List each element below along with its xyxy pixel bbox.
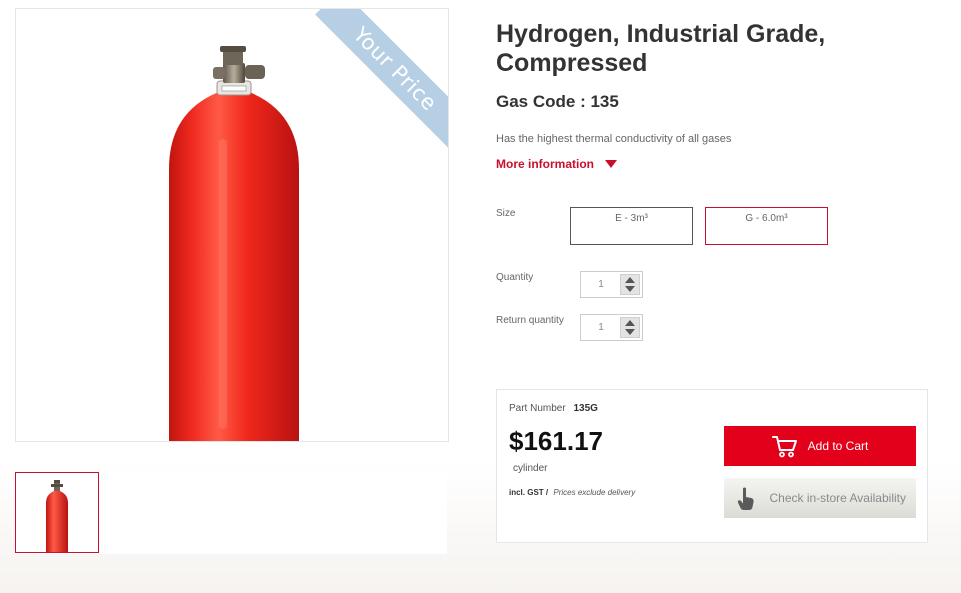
increment-arrow-icon[interactable] — [625, 320, 635, 326]
quantity-label: Quantity — [496, 272, 534, 283]
size-option-e[interactable]: E - 3m³ — [570, 207, 693, 245]
pointing-hand-icon — [737, 487, 754, 510]
gst-separator: / — [545, 488, 549, 497]
product-description: Has the highest thermal conductivity of … — [496, 133, 732, 145]
quantity-stepper — [580, 271, 643, 298]
price: $161.17 — [509, 426, 603, 456]
product-page: Your Price Hydrogen, Industrial Grade, C… — [0, 0, 961, 593]
quantity-spin-buttons — [620, 274, 640, 295]
size-label: Size — [496, 208, 516, 219]
thumbnail-strip — [15, 472, 447, 554]
return-quantity-stepper — [580, 314, 643, 341]
add-to-cart-button[interactable]: Add to Cart — [724, 426, 916, 466]
check-store-availability-button[interactable]: Check in-store Availability — [724, 478, 916, 518]
gas-code: Gas Code : 135 — [496, 92, 619, 111]
more-information-link[interactable]: More information — [496, 157, 617, 171]
part-number-row: Part Number 135G — [509, 403, 598, 414]
increment-arrow-icon[interactable] — [625, 277, 635, 283]
gst-label: incl. GST — [509, 488, 544, 497]
return-quantity-spin-buttons — [620, 317, 640, 338]
quantity-input[interactable] — [581, 272, 621, 297]
cylinder-thumbnail-image — [46, 480, 68, 552]
check-store-label: Check in-store Availability — [769, 491, 906, 505]
return-quantity-label: Return quantity — [496, 315, 564, 326]
purchase-panel: Part Number 135G $161.17 cylinder incl. … — [496, 389, 928, 543]
size-option-g[interactable]: G - 6.0m³ — [705, 207, 828, 245]
add-to-cart-label: Add to Cart — [807, 439, 869, 453]
main-product-image[interactable]: Your Price — [15, 8, 449, 442]
thumbnail-item[interactable] — [15, 472, 99, 553]
caret-down-icon — [605, 160, 617, 168]
part-number-value: 135G — [573, 403, 598, 414]
decrement-arrow-icon[interactable] — [625, 286, 635, 292]
product-title: Hydrogen, Industrial Grade, Compressed — [496, 20, 826, 77]
price-unit: cylinder — [513, 463, 548, 474]
decrement-arrow-icon[interactable] — [625, 329, 635, 335]
delivery-note: Prices exclude delivery — [553, 488, 636, 497]
part-number-label: Part Number — [509, 403, 566, 414]
more-information-label: More information — [496, 157, 594, 171]
return-quantity-input[interactable] — [581, 315, 621, 340]
cart-icon — [771, 436, 797, 458]
gst-note: incl. GST / Prices exclude delivery — [509, 488, 635, 497]
